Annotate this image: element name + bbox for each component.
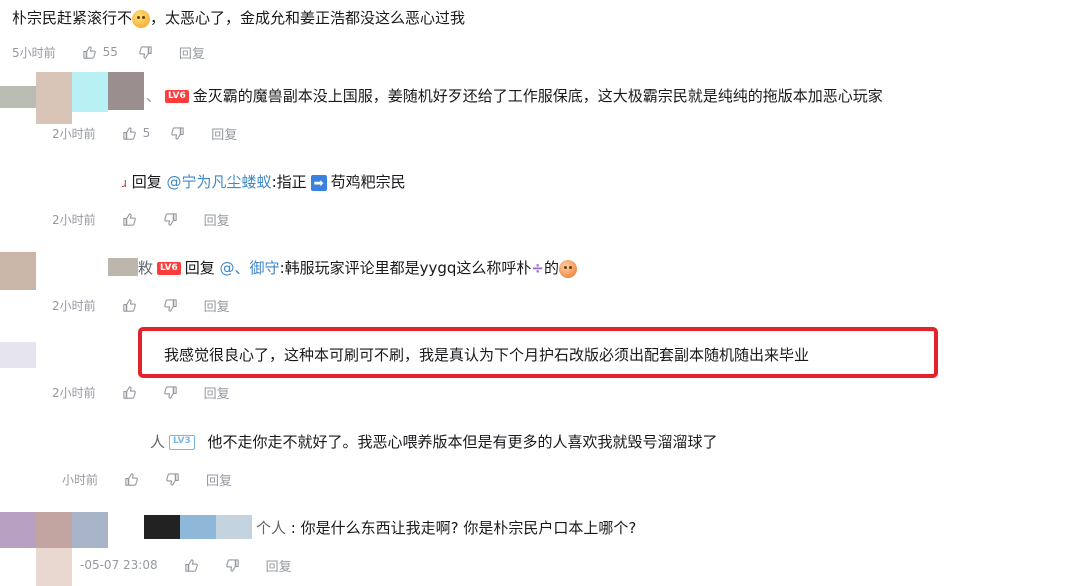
thumb-up-icon <box>124 472 139 487</box>
comment-5-meta: 2小时前 回复 <box>52 382 230 402</box>
redacted-avatar <box>72 512 108 548</box>
comment-4-content: 敉 LV6 回复 @、御守:韩服玩家评论里都是yygq这么称呼朴÷的 <box>138 258 578 278</box>
reply-button[interactable]: 回复 <box>211 124 237 143</box>
dislike-button[interactable] <box>170 126 191 141</box>
redacted-name <box>144 515 180 539</box>
thumb-up-icon <box>184 558 199 573</box>
like-button[interactable]: 5 <box>122 126 151 141</box>
like-count: 5 <box>142 126 151 140</box>
redacted-avatar <box>0 86 36 108</box>
like-button[interactable] <box>124 472 145 487</box>
comment-7-meta: -05-07 23:08 回复 <box>80 555 292 575</box>
redacted-avatar <box>0 342 36 368</box>
reply-button[interactable]: 回复 <box>179 43 205 62</box>
reply-button[interactable]: 回复 <box>204 296 230 315</box>
comment-7-content: 个人 : 你是什么东西让我走啊? 你是朴宗民户口本上哪个? <box>256 519 637 537</box>
dislike-button[interactable] <box>163 298 184 313</box>
redacted-avatar <box>36 548 72 586</box>
thumb-up-icon <box>122 385 137 400</box>
redacted-avatar <box>0 512 36 548</box>
comment-time: 2小时前 <box>52 298 96 313</box>
comment-6-meta: 小时前 回复 <box>62 469 232 489</box>
comment-4-meta: 2小时前 回复 <box>52 295 230 315</box>
like-button[interactable]: 55 <box>82 45 118 60</box>
arrow-right-icon: ➡ <box>310 174 327 191</box>
redacted-avatar <box>108 72 144 110</box>
redacted-avatar <box>0 252 36 290</box>
mention-link[interactable]: @、御守 <box>220 259 280 277</box>
reply-button[interactable]: 回复 <box>266 556 292 575</box>
level-badge: LV3 <box>169 435 195 450</box>
thumb-up-icon <box>122 126 137 141</box>
thumb-down-icon <box>165 472 180 487</box>
dislike-button[interactable] <box>138 45 159 60</box>
redacted-name <box>180 515 216 539</box>
comment-6-content: 人 LV3 他不走你走不就好了。我恶心喂养版本但是有更多的人喜欢我就毁号溜溜球了 <box>150 433 718 451</box>
like-button[interactable] <box>122 212 143 227</box>
comment-3-content: ɹ 回复 @宁为凡尘蝼蚁:指正 ➡ 苟鸡粑宗民 <box>122 173 406 191</box>
comment-3-meta: 2小时前 回复 <box>52 209 230 229</box>
mention-link[interactable]: @宁为凡尘蝼蚁 <box>167 173 272 191</box>
redacted-avatar <box>72 72 108 112</box>
redacted-avatar <box>36 72 72 124</box>
comment-2-content: 、 LV6 金灭霸的魔兽副本没上国服，姜随机好歹还给了工作服保底，这大极霸宗民就是纯… <box>146 87 883 105</box>
redacted-name <box>216 515 252 539</box>
like-button[interactable] <box>184 558 205 573</box>
comment-time: 2小时前 <box>52 126 96 141</box>
thumb-up-icon <box>122 298 137 313</box>
comment-1-meta: 5小时前 55 回复 <box>12 42 205 62</box>
thumb-down-icon <box>163 212 178 227</box>
blush-emoji-icon <box>559 259 578 278</box>
level-badge: LV6 <box>165 90 189 103</box>
thumb-down-icon <box>163 385 178 400</box>
thumb-up-icon <box>82 45 97 60</box>
like-button[interactable] <box>122 385 143 400</box>
comment-time: 2小时前 <box>52 212 96 227</box>
thumb-down-icon <box>163 298 178 313</box>
redacted-avatar <box>36 512 72 548</box>
level-badge: LV6 <box>157 262 181 275</box>
comment-time: 2小时前 <box>52 385 96 400</box>
redacted-name <box>108 258 138 276</box>
thumb-up-icon <box>122 212 137 227</box>
thumb-down-icon <box>225 558 240 573</box>
comment-time: 小时前 <box>62 472 99 487</box>
reply-button[interactable]: 回复 <box>206 470 232 489</box>
thumb-down-icon <box>138 45 153 60</box>
comment-2-meta: 2小时前 5 回复 <box>52 123 237 143</box>
reply-button[interactable]: 回复 <box>204 383 230 402</box>
like-button[interactable] <box>122 298 143 313</box>
laughing-emoji-icon <box>132 9 151 28</box>
dislike-button[interactable] <box>163 212 184 227</box>
dislike-button[interactable] <box>163 385 184 400</box>
comment-1-content: 朴宗民赶紧滚行不 ，太恶心了，金成允和姜正浩都没这么恶心过我 <box>12 9 466 28</box>
comment-time: -05-07 23:08 <box>80 558 158 572</box>
dislike-button[interactable] <box>225 558 246 573</box>
like-count: 55 <box>102 45 118 59</box>
thumb-down-icon <box>170 126 185 141</box>
comment-time: 5小时前 <box>12 45 56 60</box>
dislike-button[interactable] <box>165 472 186 487</box>
reply-button[interactable]: 回复 <box>204 210 230 229</box>
comment-5-content: 我感觉很良心了，这种本可刷可不刷，我是真认为下个月护石改版必须出配套副本随机随出… <box>164 346 810 364</box>
